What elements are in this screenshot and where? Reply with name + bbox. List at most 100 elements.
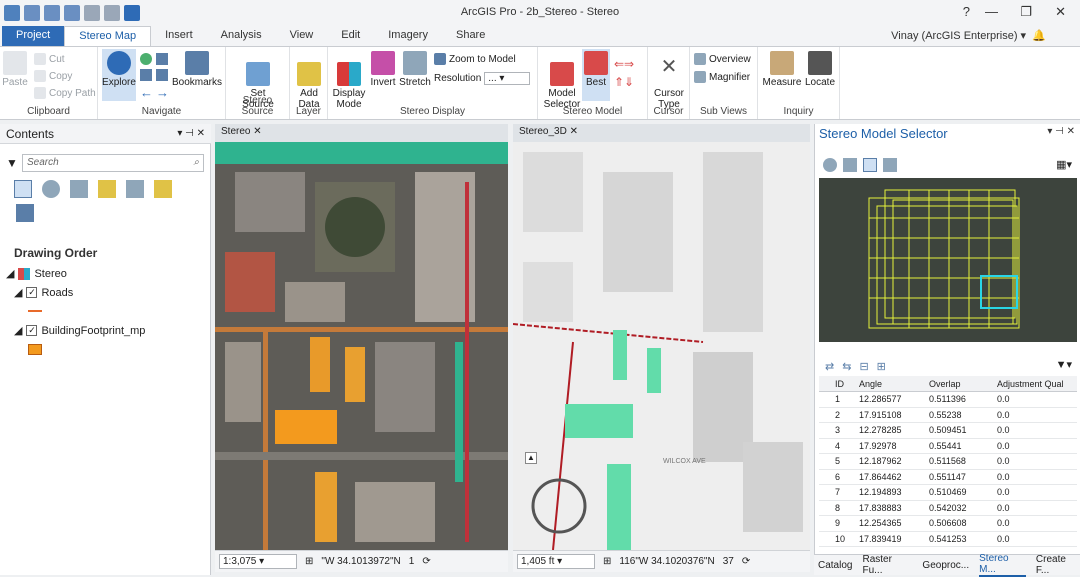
table-row[interactable]: 6 17.864462 0.551147 0.0 bbox=[819, 470, 1077, 485]
bookmarks-button[interactable]: Bookmarks bbox=[172, 51, 222, 88]
user-account[interactable]: Vinay (ArcGIS Enterprise) ▾ 🔔 bbox=[891, 29, 1052, 42]
paste-button[interactable]: Paste bbox=[2, 51, 28, 88]
measure-button[interactable]: Measure bbox=[762, 51, 802, 88]
tab-stereo-3d-view[interactable]: Stereo_3D ✕ bbox=[513, 124, 810, 142]
tab-raster-functions[interactable]: Raster Fu... bbox=[862, 554, 912, 576]
tab-project[interactable]: Project bbox=[2, 26, 65, 46]
tab-geoprocessing[interactable]: Geoproc... bbox=[922, 560, 969, 571]
scene-3d[interactable] bbox=[513, 142, 810, 550]
pan-to-icon[interactable] bbox=[883, 158, 897, 172]
stereo-map-view[interactable] bbox=[215, 142, 508, 550]
resolution-dropdown[interactable]: ... ▾ bbox=[484, 72, 531, 85]
tab-catalog[interactable]: Catalog bbox=[818, 560, 852, 571]
tab-imagery[interactable]: Imagery bbox=[374, 26, 442, 46]
invert-button[interactable]: Invert bbox=[368, 51, 398, 88]
layer-roads[interactable]: ◢ ✓ Roads bbox=[14, 286, 73, 300]
tab-view[interactable]: View bbox=[276, 26, 328, 46]
column-header[interactable]: Angle bbox=[859, 379, 929, 389]
refresh-icon[interactable]: ⟳ bbox=[422, 556, 430, 567]
tab-share[interactable]: Share bbox=[442, 26, 499, 46]
filter-icon[interactable]: ▼ bbox=[6, 156, 18, 170]
grid-icon[interactable]: ⊞ bbox=[305, 556, 313, 567]
cut-button[interactable]: Cut bbox=[34, 53, 65, 65]
zoom-in-icon[interactable] bbox=[140, 69, 152, 81]
magnifier-button[interactable]: Magnifier bbox=[694, 71, 750, 83]
labeling-icon[interactable] bbox=[154, 180, 172, 198]
table-row[interactable]: 4 17.92978 0.55441 0.0 bbox=[819, 439, 1077, 454]
layer-building-footprint[interactable]: ◢ ✓ BuildingFootprint_mp bbox=[14, 324, 145, 338]
tab-analysis[interactable]: Analysis bbox=[207, 26, 276, 46]
editing-icon[interactable] bbox=[98, 180, 116, 198]
copy-button[interactable]: Copy bbox=[34, 70, 72, 82]
tab-stereo-map[interactable]: Stereo Map bbox=[64, 26, 152, 46]
zoom-to-icon[interactable] bbox=[843, 158, 857, 172]
layer-stereo[interactable]: ◢ Stereo bbox=[6, 267, 67, 280]
close-icon[interactable]: ✕ bbox=[570, 126, 578, 137]
data-source-icon[interactable] bbox=[42, 180, 60, 198]
charts-icon[interactable] bbox=[16, 204, 34, 222]
model-footprint-map[interactable] bbox=[819, 178, 1077, 342]
maximize-button[interactable]: ❐ bbox=[1020, 4, 1032, 20]
tab-edit[interactable]: Edit bbox=[327, 26, 374, 46]
explore-button[interactable]: Explore bbox=[102, 49, 136, 101]
tab-stereo-model-selector[interactable]: Stereo M... bbox=[979, 553, 1026, 577]
clear-selection-icon[interactable]: ⇆ bbox=[842, 360, 851, 373]
stereo-imagery[interactable] bbox=[215, 142, 508, 550]
table-row[interactable]: 10 17.839419 0.541253 0.0 bbox=[819, 532, 1077, 547]
fixed-zoom-icon[interactable] bbox=[156, 53, 168, 65]
navigator-toggle-icon[interactable]: ▲ bbox=[525, 452, 537, 464]
zoom-out-icon[interactable] bbox=[156, 69, 168, 81]
collapse-icon[interactable]: ◢ bbox=[14, 324, 22, 337]
selection-icon[interactable] bbox=[70, 180, 88, 198]
scale-dropdown[interactable]: 1,405 ft ▾ bbox=[517, 554, 595, 569]
stereo-models-table[interactable]: ID Angle Overlap Adjustment Qual 1 12.286577 0… bbox=[819, 376, 1077, 556]
model-selector-button[interactable]: Model Selector bbox=[542, 51, 582, 110]
next-extent-icon[interactable]: → bbox=[156, 85, 169, 100]
table-row[interactable]: 5 12.187962 0.511568 0.0 bbox=[819, 454, 1077, 470]
help-icon[interactable]: ? bbox=[963, 4, 970, 19]
column-header[interactable]: Overlap bbox=[929, 379, 997, 389]
switch-selection-icon[interactable]: ⊟ bbox=[859, 360, 868, 373]
scale-dropdown[interactable]: 1:3,075 ▾ bbox=[219, 554, 297, 569]
minimize-button[interactable]: — bbox=[985, 4, 998, 19]
close-button[interactable]: ✕ bbox=[1055, 4, 1066, 20]
stretch-button[interactable]: Stretch bbox=[398, 51, 432, 88]
previous-model-icon[interactable]: ⇐⇒ bbox=[614, 57, 634, 71]
table-row[interactable]: 2 17.915108 0.55238 0.0 bbox=[819, 408, 1077, 423]
collapse-icon[interactable]: ◢ bbox=[14, 286, 22, 299]
footprint-overview[interactable] bbox=[819, 178, 1077, 342]
display-mode-button[interactable]: Display Mode bbox=[332, 51, 366, 110]
locate-button[interactable]: Locate bbox=[802, 51, 838, 88]
select-all-icon[interactable]: ⇄ bbox=[825, 360, 834, 373]
column-header[interactable]: ID bbox=[835, 379, 859, 389]
previous-extent-icon[interactable]: ← bbox=[140, 85, 153, 100]
layout-icon[interactable]: ▦▾ bbox=[1056, 158, 1072, 171]
table-row[interactable]: 7 12.194893 0.510469 0.0 bbox=[819, 485, 1077, 501]
refresh-icon[interactable]: ⟳ bbox=[742, 556, 750, 567]
filter-icon[interactable]: ▼▾ bbox=[1056, 358, 1072, 371]
best-button[interactable]: Best bbox=[582, 49, 610, 101]
roads-checkbox[interactable]: ✓ bbox=[26, 287, 38, 298]
stereo-3d-view[interactable]: WILCOX AVE ▲ bbox=[513, 142, 810, 550]
full-extent-icon[interactable] bbox=[140, 53, 152, 65]
pane-close-icon[interactable]: ▾ ⊣ ✕ bbox=[1047, 126, 1075, 137]
globe-icon[interactable] bbox=[823, 158, 837, 172]
tab-insert[interactable]: Insert bbox=[151, 26, 207, 46]
copy-path-button[interactable]: Copy Path bbox=[34, 87, 96, 99]
search-input[interactable]: Search ⌕ bbox=[22, 154, 204, 172]
column-header[interactable]: Adjustment Qual bbox=[997, 379, 1077, 389]
pane-close-icon[interactable]: ▾ ⊣ ✕ bbox=[177, 128, 205, 139]
table-row[interactable]: 3 12.278285 0.509451 0.0 bbox=[819, 423, 1077, 439]
table-row[interactable]: 9 12.254365 0.506608 0.0 bbox=[819, 516, 1077, 532]
tab-stereo-view[interactable]: Stereo ✕ bbox=[215, 124, 508, 142]
overview-button[interactable]: Overview bbox=[694, 53, 751, 65]
tab-create-features[interactable]: Create F... bbox=[1036, 554, 1080, 576]
footprint-icon[interactable] bbox=[863, 158, 877, 172]
cursor-type-button[interactable]: ✕ Cursor Type bbox=[651, 51, 687, 110]
drawing-order-icon[interactable] bbox=[14, 180, 32, 198]
close-icon[interactable]: ✕ bbox=[253, 126, 261, 137]
snapping-icon[interactable] bbox=[126, 180, 144, 198]
table-row[interactable]: 8 17.838883 0.542032 0.0 bbox=[819, 501, 1077, 516]
grid-icon[interactable]: ⊞ bbox=[603, 556, 611, 567]
collapse-icon[interactable]: ◢ bbox=[6, 267, 14, 280]
